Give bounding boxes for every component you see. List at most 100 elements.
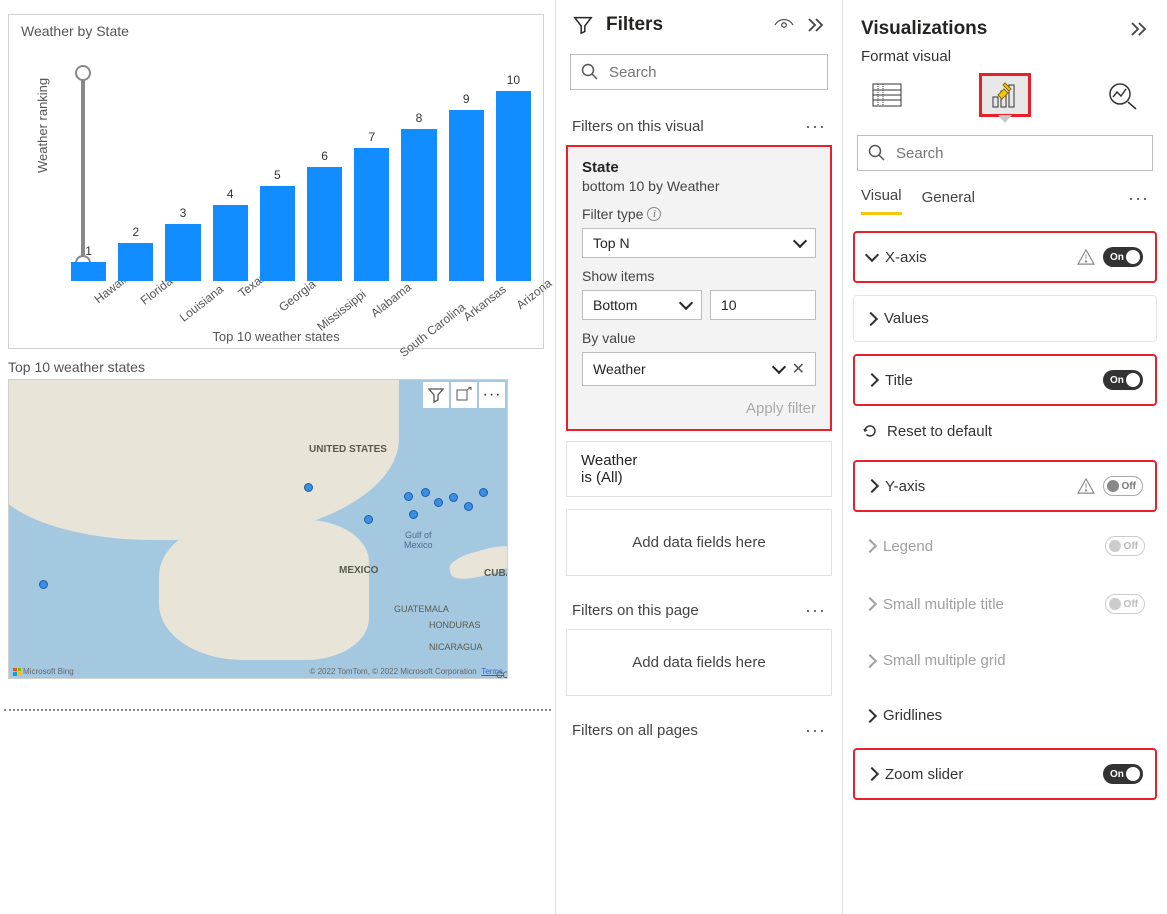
title-toggle[interactable]: On: [1103, 370, 1143, 390]
add-fields-visual[interactable]: Add data fields here: [566, 509, 832, 576]
more-options-icon[interactable]: ···: [805, 600, 826, 621]
plot-area: 1Hawaii2Florida3Louisiana4Texas5Georgia6…: [71, 51, 531, 281]
filters-search-input[interactable]: [609, 64, 817, 81]
map-point[interactable]: [404, 492, 413, 501]
map-point[interactable]: [364, 515, 373, 524]
category-label: Arkansas: [461, 282, 509, 324]
search-icon: [581, 63, 599, 81]
viz-header: Visualizations: [843, 0, 1167, 42]
sm-title-toggle: Off: [1105, 594, 1145, 614]
eye-icon[interactable]: [774, 15, 794, 35]
collapse-icon[interactable]: [1129, 19, 1149, 39]
show-items-label: Show items: [582, 268, 816, 284]
format-visual-tab[interactable]: [979, 73, 1031, 117]
chevron-down-icon: [772, 360, 786, 374]
filter-type-label: Filter typei: [582, 206, 816, 222]
prop-title[interactable]: Title On: [855, 356, 1155, 404]
chart-body: Weather ranking 1Hawaii2Florida3Louisian…: [33, 43, 543, 328]
by-value-field[interactable]: Weather ✕: [582, 352, 816, 386]
more-options-icon[interactable]: ···: [1128, 188, 1149, 209]
prop-gridlines[interactable]: Gridlines: [853, 693, 1157, 738]
bar[interactable]: 7: [354, 148, 389, 281]
more-options-icon[interactable]: ···: [805, 720, 826, 741]
map-point[interactable]: [449, 493, 458, 502]
bar[interactable]: 2: [118, 243, 153, 281]
map-label-gulf: Gulf of Mexico: [404, 530, 433, 550]
prop-zoom-slider[interactable]: Zoom slider On: [853, 748, 1157, 800]
search-icon: [868, 144, 886, 162]
map-point[interactable]: [304, 483, 313, 492]
viz-subtitle: Format visual: [843, 42, 1167, 73]
filter-card-weather[interactable]: Weather is (All): [566, 441, 832, 497]
bar[interactable]: 4: [213, 205, 248, 281]
filters-pane: Filters Filters on this visual ··· State…: [556, 0, 843, 914]
page-separator: [4, 709, 551, 711]
show-items-count-input[interactable]: 10: [710, 290, 816, 320]
filters-search[interactable]: [570, 54, 828, 90]
filter-field-name: State: [582, 159, 816, 176]
yaxis-toggle[interactable]: Off: [1103, 476, 1143, 496]
map-label-guatemala: GUATEMALA: [394, 604, 449, 614]
bar[interactable]: 3: [165, 224, 200, 281]
add-fields-page[interactable]: Add data fields here: [566, 629, 832, 696]
map-point[interactable]: [464, 502, 473, 511]
zoom-toggle[interactable]: On: [1103, 764, 1143, 784]
prop-values[interactable]: Values: [854, 296, 1156, 341]
filter-card-state[interactable]: State bottom 10 by Weather Filter typei …: [566, 145, 832, 431]
info-icon[interactable]: i: [647, 207, 661, 221]
map-title: Top 10 weather states: [4, 359, 551, 379]
analytics-tab[interactable]: [1097, 73, 1149, 117]
filters-header: Filters: [556, 0, 842, 50]
bar[interactable]: 10: [496, 91, 531, 281]
collapse-icon[interactable]: [806, 15, 826, 35]
tab-general[interactable]: General: [922, 183, 975, 214]
map-visual[interactable]: ··· UNITED STATES MEXICO Gulf of Mexico …: [8, 379, 508, 679]
chevron-right-icon: [863, 708, 877, 722]
bar[interactable]: 8: [401, 129, 436, 281]
reset-to-default[interactable]: Reset to default: [843, 406, 1167, 450]
prop-sm-grid: Small multiple grid: [853, 638, 1157, 683]
xaxis-toggle[interactable]: On: [1103, 247, 1143, 267]
by-value-label: By value: [582, 330, 816, 346]
map-point[interactable]: [409, 510, 418, 519]
bing-attribution: Microsoft Bing: [13, 667, 74, 676]
funnel-icon: [572, 14, 594, 36]
map-point[interactable]: [434, 498, 443, 507]
more-options-icon[interactable]: ···: [479, 382, 505, 408]
more-options-icon[interactable]: ···: [805, 116, 826, 137]
apply-filter-button[interactable]: Apply filter: [582, 400, 816, 417]
filters-title: Filters: [606, 14, 663, 36]
clear-icon[interactable]: ✕: [792, 359, 805, 379]
viz-title: Visualizations: [861, 18, 1129, 40]
map-point[interactable]: [421, 488, 430, 497]
tab-visual[interactable]: Visual: [861, 181, 902, 215]
filter-type-select[interactable]: Top N: [582, 228, 816, 258]
map-point[interactable]: [39, 580, 48, 589]
bar[interactable]: 5: [260, 186, 295, 281]
filter-summary: bottom 10 by Weather: [582, 178, 816, 194]
format-tabs: Visual General ···: [843, 181, 1167, 219]
viz-search-input[interactable]: [896, 145, 1142, 162]
viz-search[interactable]: [857, 135, 1153, 171]
bar[interactable]: 6: [307, 167, 342, 281]
chevron-right-icon: [865, 767, 879, 781]
bar[interactable]: 1: [71, 262, 106, 281]
reset-icon: [861, 422, 879, 440]
legend-toggle: Off: [1105, 536, 1145, 556]
bar-chart-visual[interactable]: Weather by State Weather ranking 1Hawaii…: [8, 14, 544, 349]
focus-mode-icon[interactable]: [451, 382, 477, 408]
map-point[interactable]: [479, 488, 488, 497]
build-visual-tab[interactable]: [861, 73, 913, 117]
prop-xaxis[interactable]: X-axis On: [855, 233, 1155, 281]
chevron-right-icon: [865, 373, 879, 387]
category-label: Mississippi: [315, 287, 369, 334]
warning-icon: [1077, 249, 1095, 265]
prop-yaxis[interactable]: Y-axis Off: [853, 460, 1157, 512]
bar[interactable]: 9: [449, 110, 484, 281]
y-axis-label: Weather ranking: [35, 78, 50, 173]
chevron-down-icon: [679, 296, 693, 310]
show-items-mode-select[interactable]: Bottom: [582, 290, 702, 320]
filters-visual-section: Filters on this visual ···: [556, 104, 842, 145]
filter-icon[interactable]: [423, 382, 449, 408]
x-axis-label: Top 10 weather states: [9, 329, 543, 344]
